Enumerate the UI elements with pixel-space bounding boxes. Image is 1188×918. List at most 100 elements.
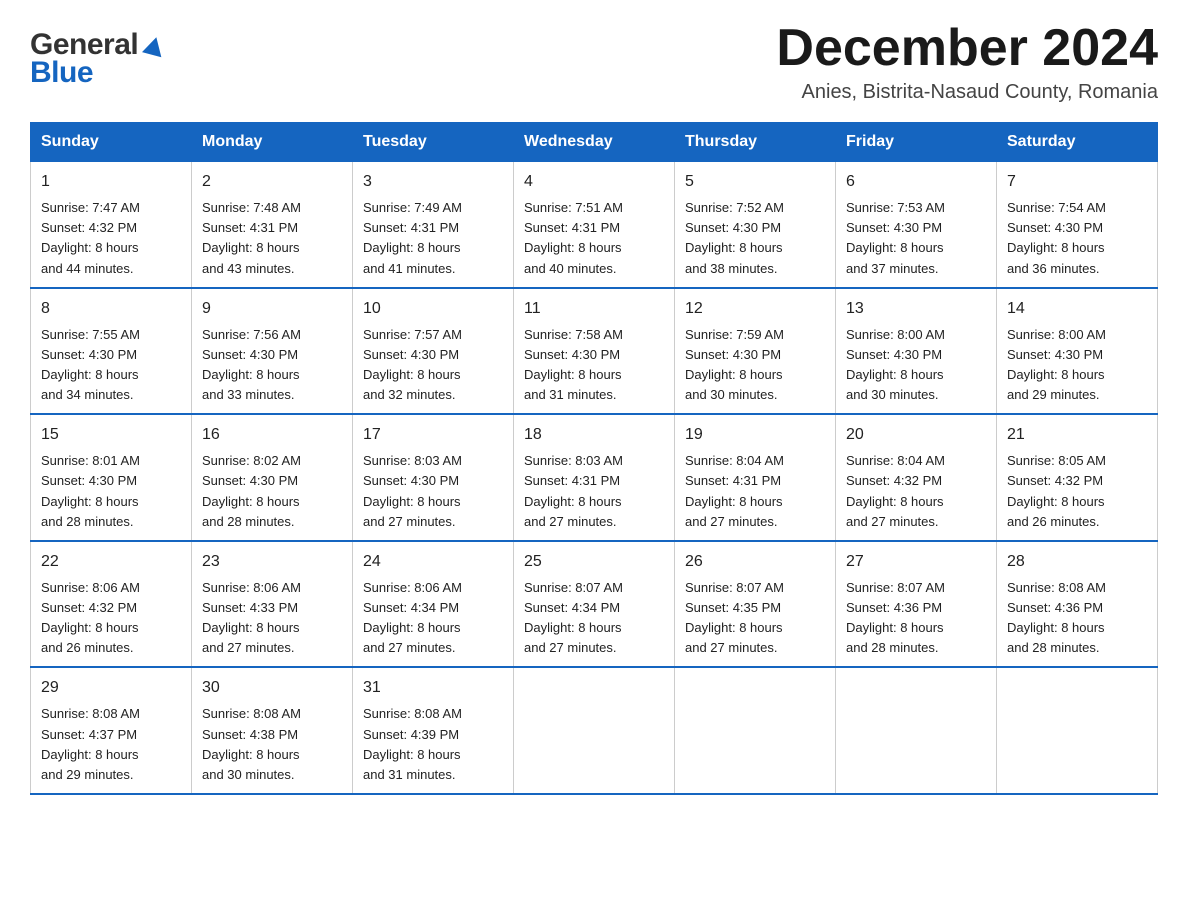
day-number: 2	[202, 170, 342, 194]
calendar-week-row: 8Sunrise: 7:55 AMSunset: 4:30 PMDaylight…	[31, 288, 1158, 415]
day-number: 26	[685, 550, 825, 574]
calendar-cell: 11Sunrise: 7:58 AMSunset: 4:30 PMDayligh…	[514, 288, 675, 415]
day-info-line: Daylight: 8 hours	[202, 618, 342, 638]
calendar-cell: 3Sunrise: 7:49 AMSunset: 4:31 PMDaylight…	[353, 162, 514, 288]
day-info-line: Sunrise: 8:06 AM	[202, 578, 342, 598]
logo-triangle-icon	[140, 31, 168, 59]
day-info-line: and 28 minutes.	[41, 512, 181, 532]
day-info-line: Sunrise: 8:08 AM	[1007, 578, 1147, 598]
title-block: December 2024 Anies, Bistrita-Nasaud Cou…	[776, 20, 1158, 104]
day-number: 8	[41, 297, 181, 321]
day-info-line: Sunrise: 8:08 AM	[202, 704, 342, 724]
day-info-line: Sunset: 4:37 PM	[41, 725, 181, 745]
calendar-cell: 4Sunrise: 7:51 AMSunset: 4:31 PMDaylight…	[514, 162, 675, 288]
day-info-line: Daylight: 8 hours	[1007, 365, 1147, 385]
calendar-cell: 21Sunrise: 8:05 AMSunset: 4:32 PMDayligh…	[997, 414, 1158, 541]
day-info-line: Sunset: 4:34 PM	[524, 598, 664, 618]
day-info-line: Sunset: 4:30 PM	[846, 218, 986, 238]
col-header-saturday: Saturday	[997, 123, 1158, 162]
day-info-line: Sunrise: 8:06 AM	[363, 578, 503, 598]
day-info-line: Sunset: 4:31 PM	[524, 218, 664, 238]
day-info-line: Daylight: 8 hours	[41, 238, 181, 258]
calendar-header-row: SundayMondayTuesdayWednesdayThursdayFrid…	[31, 123, 1158, 162]
day-info-line: and 28 minutes.	[1007, 638, 1147, 658]
day-number: 31	[363, 676, 503, 700]
calendar-cell	[836, 667, 997, 794]
day-number: 3	[363, 170, 503, 194]
calendar-cell: 7Sunrise: 7:54 AMSunset: 4:30 PMDaylight…	[997, 162, 1158, 288]
calendar-cell: 30Sunrise: 8:08 AMSunset: 4:38 PMDayligh…	[192, 667, 353, 794]
day-info-line: Sunset: 4:32 PM	[846, 471, 986, 491]
calendar-cell: 9Sunrise: 7:56 AMSunset: 4:30 PMDaylight…	[192, 288, 353, 415]
calendar-cell: 6Sunrise: 7:53 AMSunset: 4:30 PMDaylight…	[836, 162, 997, 288]
day-info-line: Sunset: 4:30 PM	[363, 345, 503, 365]
day-info-line: Sunrise: 7:58 AM	[524, 325, 664, 345]
calendar-cell: 19Sunrise: 8:04 AMSunset: 4:31 PMDayligh…	[675, 414, 836, 541]
day-number: 28	[1007, 550, 1147, 574]
calendar-cell: 16Sunrise: 8:02 AMSunset: 4:30 PMDayligh…	[192, 414, 353, 541]
day-info-line: and 27 minutes.	[846, 512, 986, 532]
day-number: 30	[202, 676, 342, 700]
day-number: 1	[41, 170, 181, 194]
day-info-line: Daylight: 8 hours	[41, 745, 181, 765]
day-info-line: Sunset: 4:32 PM	[41, 218, 181, 238]
calendar-cell: 5Sunrise: 7:52 AMSunset: 4:30 PMDaylight…	[675, 162, 836, 288]
calendar-cell: 1 Sunrise: 7:47 AMSunset: 4:32 PMDaylight…	[31, 162, 192, 288]
day-info-line: Daylight: 8 hours	[41, 365, 181, 385]
day-info-line: Sunrise: 8:05 AM	[1007, 451, 1147, 471]
day-info-line: Sunset: 4:30 PM	[202, 345, 342, 365]
day-number: 5	[685, 170, 825, 194]
day-info-line: Sunset: 4:30 PM	[524, 345, 664, 365]
calendar-cell: 23Sunrise: 8:06 AMSunset: 4:33 PMDayligh…	[192, 541, 353, 668]
day-info-line: Daylight: 8 hours	[524, 238, 664, 258]
calendar-cell: 22Sunrise: 8:06 AMSunset: 4:32 PMDayligh…	[31, 541, 192, 668]
day-info-line: and 40 minutes.	[524, 259, 664, 279]
day-info-line: and 26 minutes.	[1007, 512, 1147, 532]
page-header: General Blue December 2024 Anies, Bistri…	[30, 20, 1158, 104]
calendar-table: SundayMondayTuesdayWednesdayThursdayFrid…	[30, 122, 1158, 795]
day-number: 4	[524, 170, 664, 194]
day-info-line: and 31 minutes.	[363, 765, 503, 785]
day-info-line: Sunrise: 7:47 AM	[41, 198, 181, 218]
logo-blue-text: Blue	[30, 56, 93, 90]
day-info-line: Sunrise: 8:01 AM	[41, 451, 181, 471]
day-info-line: Daylight: 8 hours	[524, 365, 664, 385]
calendar-cell: 15Sunrise: 8:01 AMSunset: 4:30 PMDayligh…	[31, 414, 192, 541]
day-info-line: Sunrise: 8:03 AM	[363, 451, 503, 471]
calendar-cell: 20Sunrise: 8:04 AMSunset: 4:32 PMDayligh…	[836, 414, 997, 541]
calendar-cell: 2Sunrise: 7:48 AMSunset: 4:31 PMDaylight…	[192, 162, 353, 288]
day-info-line: Sunset: 4:32 PM	[1007, 471, 1147, 491]
day-info-line: Sunrise: 7:57 AM	[363, 325, 503, 345]
day-info-line: Sunrise: 8:03 AM	[524, 451, 664, 471]
calendar-cell	[514, 667, 675, 794]
day-info-line: and 41 minutes.	[363, 259, 503, 279]
calendar-cell: 12Sunrise: 7:59 AMSunset: 4:30 PMDayligh…	[675, 288, 836, 415]
day-info-line: Sunrise: 7:56 AM	[202, 325, 342, 345]
day-info-line: Sunrise: 7:55 AM	[41, 325, 181, 345]
day-info-line: Sunrise: 8:00 AM	[846, 325, 986, 345]
day-number: 27	[846, 550, 986, 574]
day-info-line: and 38 minutes.	[685, 259, 825, 279]
day-info-line: Sunrise: 8:07 AM	[846, 578, 986, 598]
day-info-line: Daylight: 8 hours	[202, 492, 342, 512]
day-info-line: Daylight: 8 hours	[202, 238, 342, 258]
calendar-title: December 2024	[776, 20, 1158, 77]
day-number: 10	[363, 297, 503, 321]
day-info-line: and 36 minutes.	[1007, 259, 1147, 279]
day-info-line: Daylight: 8 hours	[202, 365, 342, 385]
calendar-cell: 13Sunrise: 8:00 AMSunset: 4:30 PMDayligh…	[836, 288, 997, 415]
day-info-line: Daylight: 8 hours	[363, 492, 503, 512]
day-info-line: Sunrise: 7:52 AM	[685, 198, 825, 218]
day-info-line: Sunset: 4:30 PM	[363, 471, 503, 491]
day-info-line: Sunrise: 8:06 AM	[41, 578, 181, 598]
day-info-line: and 30 minutes.	[202, 765, 342, 785]
day-info-line: Sunset: 4:30 PM	[41, 345, 181, 365]
day-info-line: and 27 minutes.	[524, 512, 664, 532]
day-info-line: Daylight: 8 hours	[363, 238, 503, 258]
day-info-line: Sunset: 4:30 PM	[1007, 218, 1147, 238]
logo: General Blue	[30, 28, 168, 90]
day-info-line: and 28 minutes.	[846, 638, 986, 658]
day-info-line: and 29 minutes.	[1007, 385, 1147, 405]
day-info-line: Sunrise: 8:07 AM	[524, 578, 664, 598]
day-number: 16	[202, 423, 342, 447]
